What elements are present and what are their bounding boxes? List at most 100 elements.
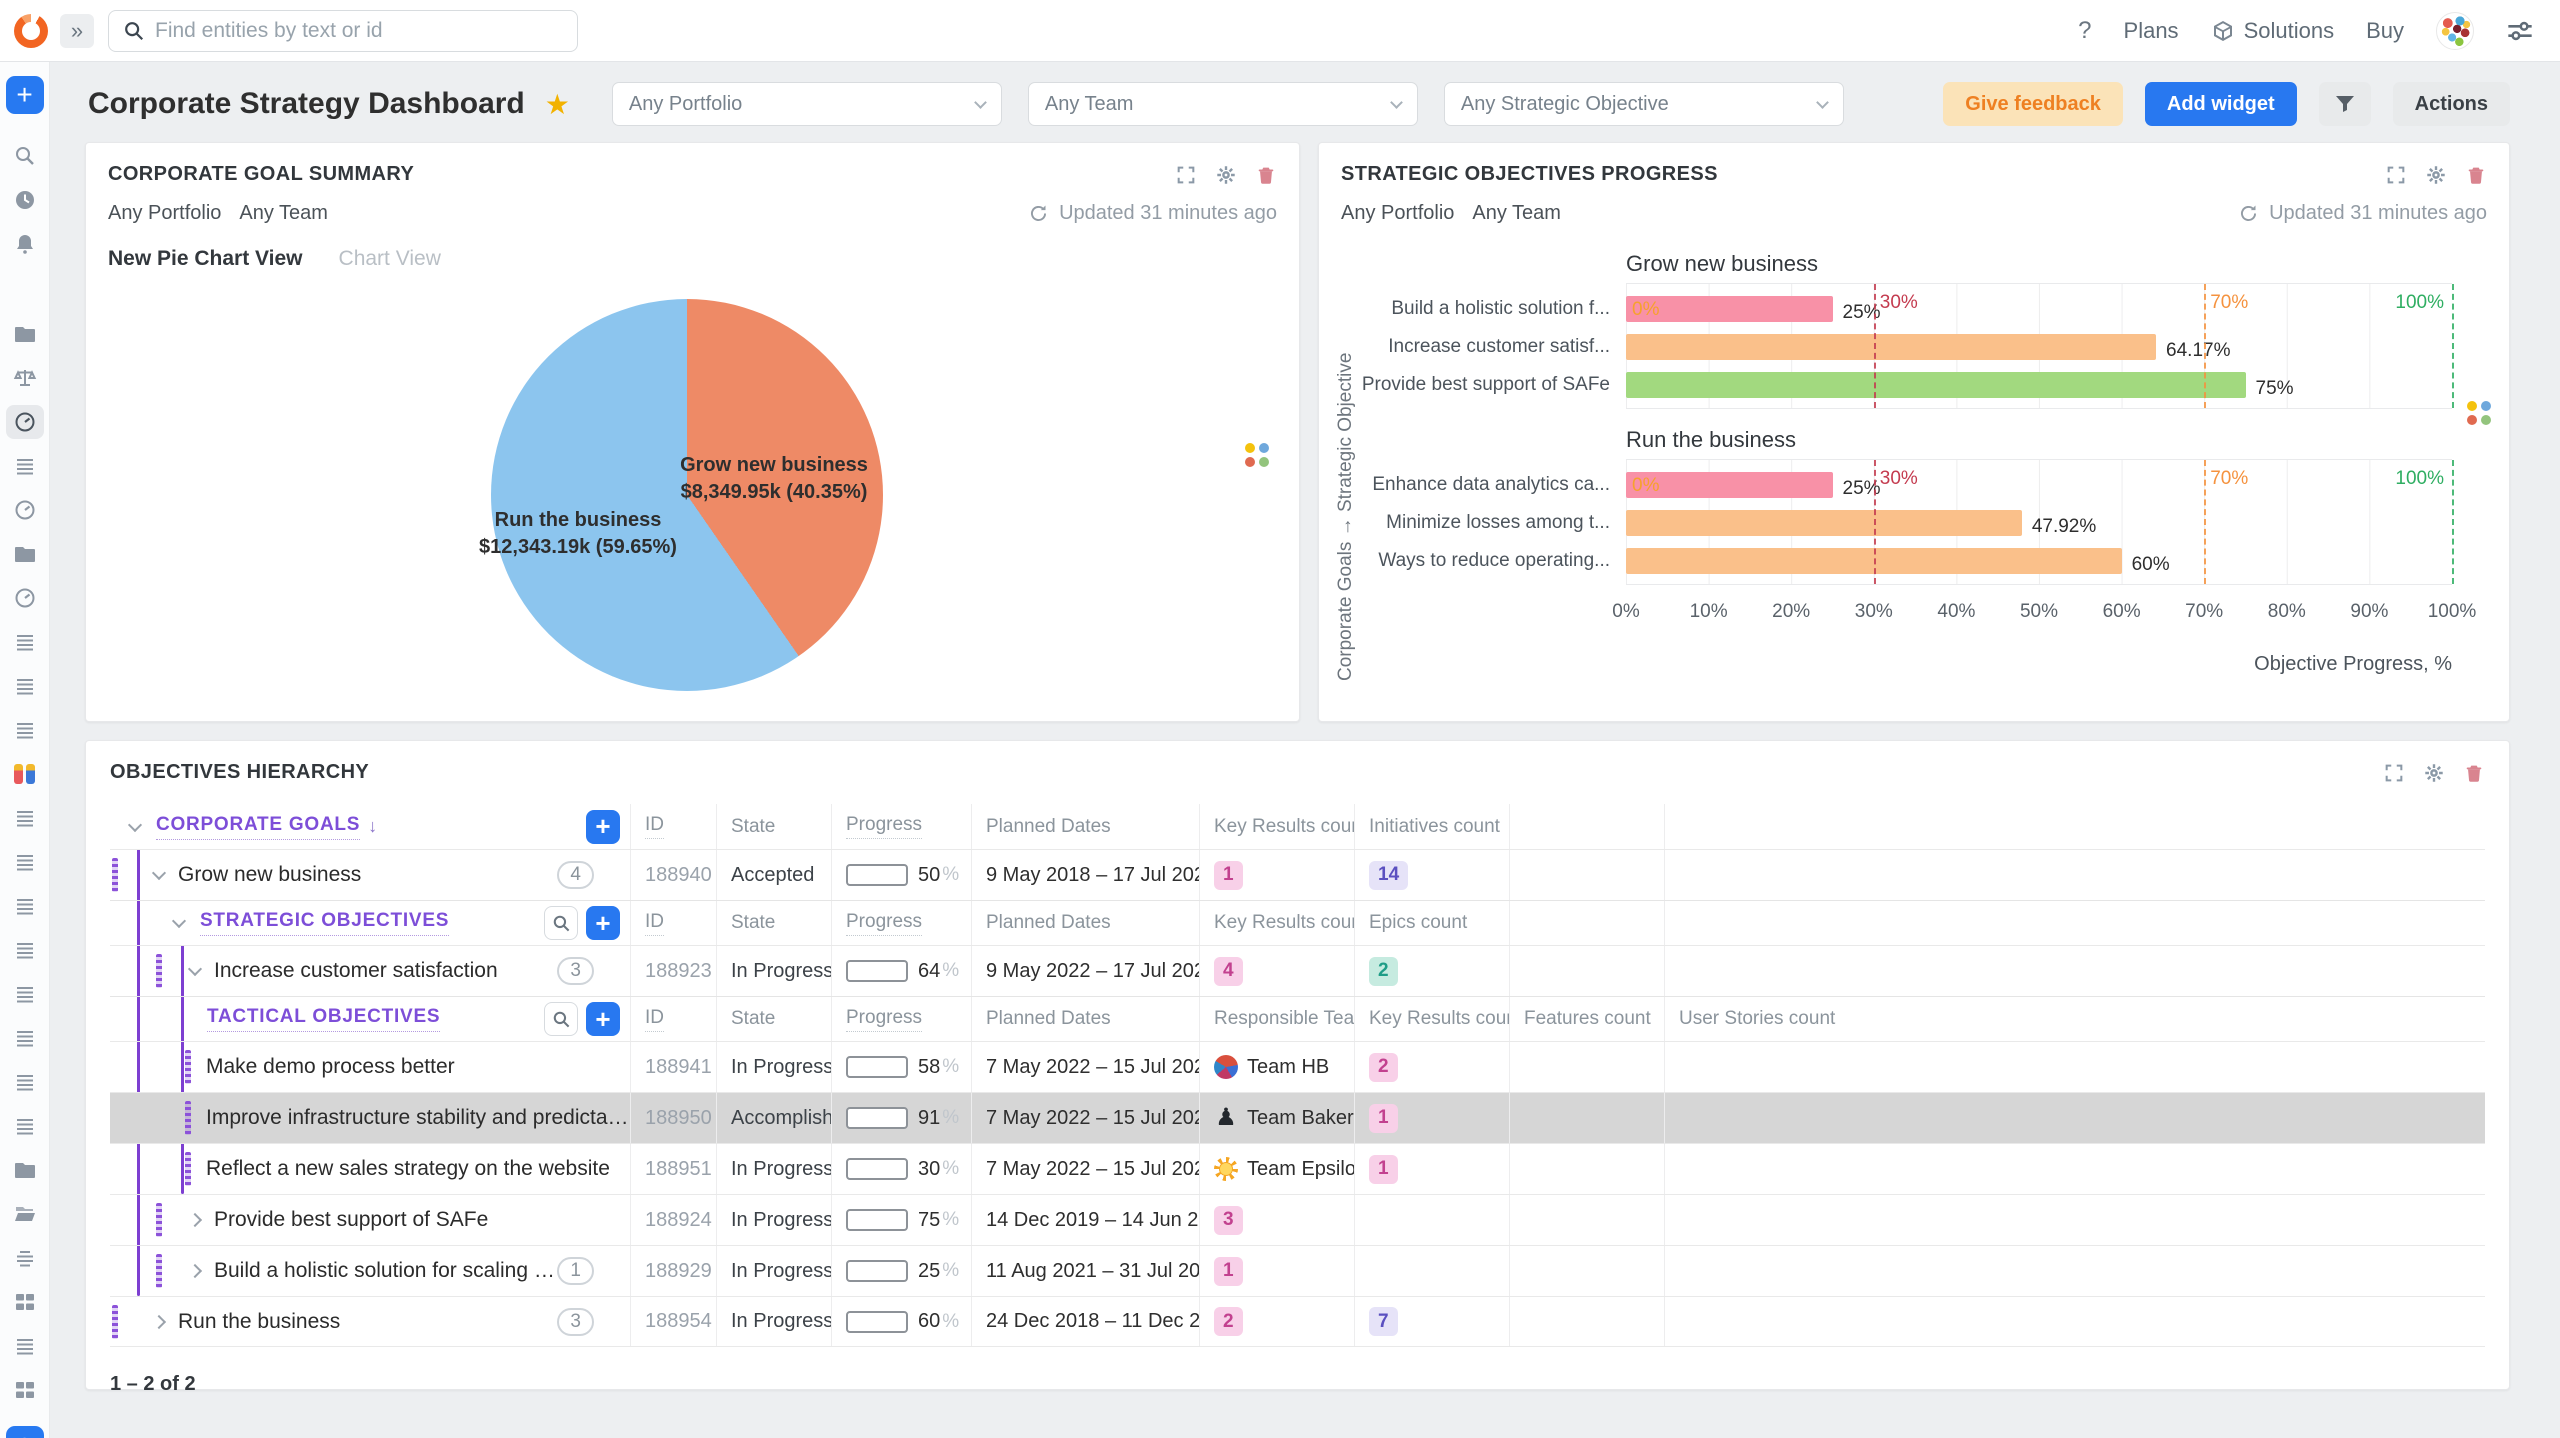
sidebar-item-list-icon[interactable] [6,1329,44,1363]
col-key-results-count[interactable]: Key Results count [1199,804,1354,849]
nav-plans[interactable]: Plans [2124,18,2179,44]
team-name[interactable]: Team Epsilon [1247,1158,1354,1181]
sidebar-collapse-button[interactable]: » [60,14,94,48]
drag-handle[interactable] [112,1305,118,1339]
actions-button[interactable]: Actions [2393,82,2510,126]
sidebar-item-list-icon[interactable] [6,977,44,1011]
row-name[interactable]: Run the business [178,1310,340,1334]
row-state[interactable]: Accomplished [716,1093,831,1143]
sidebar-item-scales-icon[interactable] [6,361,44,395]
col-progress[interactable]: Progress [846,911,922,936]
tab-chart-view[interactable]: Chart View [339,247,441,271]
app-logo-icon[interactable] [14,14,48,48]
row-name[interactable]: Build a holistic solution for scaling ag… [214,1259,557,1283]
bar[interactable] [1626,510,2022,536]
team-filter-select[interactable]: Any Team [1028,82,1418,126]
team-name[interactable]: Team HB [1247,1056,1329,1079]
settings-sliders-icon[interactable] [2506,17,2534,45]
sidebar-item-notes-icon[interactable] [6,1241,44,1275]
sidebar-item-people-icon[interactable] [6,757,44,791]
sidebar-item-folder-icon[interactable] [6,1153,44,1187]
table-row-increase-customer-satisfaction[interactable]: Increase customer satisfaction 3 188923 … [110,945,2485,996]
col-initiatives-count[interactable]: Initiatives count [1354,804,1509,849]
table-row-run-the-business[interactable]: Run the business 3 188954 In Progress 60… [110,1296,2485,1347]
chevron-right-icon[interactable] [152,1314,166,1328]
sidebar-item-clock-icon[interactable] [6,183,44,217]
col-features-count[interactable]: Features count [1509,997,1664,1041]
gear-icon[interactable] [1215,164,1237,186]
chevron-down-icon[interactable] [128,817,142,831]
table-row-make-demo-process-better[interactable]: Make demo process better 188941 In Progr… [110,1041,2485,1092]
row-state[interactable]: Accepted [716,850,831,900]
row-name[interactable]: Make demo process better [206,1055,455,1079]
drag-handle[interactable] [156,1254,162,1288]
trash-icon[interactable] [1255,164,1277,186]
sidebar-item-folder-open-icon[interactable] [6,1197,44,1231]
sidebar-item-gauge-icon[interactable] [6,581,44,615]
col-key-results-count[interactable]: Key Results count [1354,997,1509,1041]
help-button[interactable]: ? [2078,17,2091,45]
sidebar-item-folder-icon[interactable] [6,317,44,351]
gear-icon[interactable] [2423,762,2445,784]
series-colors-icon[interactable] [1245,443,1269,467]
bar[interactable] [1626,334,2156,360]
sidebar-item-list-icon[interactable] [6,1109,44,1143]
sidebar-item-gauge-icon[interactable] [6,405,44,439]
chevron-down-icon[interactable] [152,866,166,880]
table-row-improve-infrastructure-stability[interactable]: Improve infrastructure stability and pre… [110,1092,2485,1143]
col-planned-dates[interactable]: Planned Dates [971,901,1199,945]
col-state[interactable]: State [716,901,831,945]
favorite-star-icon[interactable]: ★ [545,88,570,121]
sidebar-item-list-icon[interactable] [6,713,44,747]
col-state[interactable]: State [716,997,831,1041]
nav-solutions[interactable]: Solutions [2211,18,2335,44]
strategic-objective-filter-select[interactable]: Any Strategic Objective [1444,82,1844,126]
row-state[interactable]: In Progress [716,1042,831,1092]
sidebar-item-bell-icon[interactable] [6,227,44,261]
team-name[interactable]: Team Baker [1247,1107,1354,1130]
table-row-reflect-new-sales-strategy[interactable]: Reflect a new sales strategy on the webs… [110,1143,2485,1194]
row-state[interactable]: In Progress [716,1144,831,1194]
sort-arrow-icon[interactable]: ↓ [368,816,377,837]
add-widget-button[interactable]: Add widget [2145,82,2297,126]
chevron-right-icon[interactable] [188,1213,202,1227]
table-row-build-holistic-solution[interactable]: Build a holistic solution for scaling ag… [110,1245,2485,1296]
portfolio-filter-select[interactable]: Any Portfolio [612,82,1002,126]
sidebar-item-list-icon[interactable] [6,669,44,703]
chevron-right-icon[interactable] [188,1264,202,1278]
col-id[interactable]: ID [645,814,664,839]
add-strategic-objective-button[interactable]: + [586,906,620,940]
level-label-tactical-objectives[interactable]: TACTICAL OBJECTIVES [207,1006,440,1032]
col-planned-dates[interactable]: Planned Dates [971,997,1199,1041]
nav-buy[interactable]: Buy [2366,18,2404,44]
give-feedback-button[interactable]: Give feedback [1943,82,2123,126]
sidebar-item-list-icon[interactable] [6,1065,44,1099]
col-id[interactable]: ID [645,911,664,936]
add-entity-button[interactable]: + [6,76,44,114]
global-search-input[interactable]: Find entities by text or id [108,10,578,52]
search-level-button[interactable] [544,906,578,940]
row-state[interactable]: In Progress [716,1297,831,1346]
col-progress[interactable]: Progress [846,814,922,839]
gear-icon[interactable] [2425,164,2447,186]
sidebar-item-list-icon[interactable] [6,889,44,923]
drag-handle[interactable] [156,954,162,988]
col-state[interactable]: State [716,804,831,849]
col-responsible-team[interactable]: Responsible Team [1199,997,1354,1041]
col-planned-dates[interactable]: Planned Dates [971,804,1199,849]
row-state[interactable]: In Progress [716,1195,831,1245]
tab-new-pie-chart-view[interactable]: New Pie Chart View [108,247,303,271]
col-progress[interactable]: Progress [846,1007,922,1032]
chevron-down-icon[interactable] [172,914,186,928]
level-label-strategic-objectives[interactable]: STRATEGIC OBJECTIVES [200,910,449,936]
refresh-icon[interactable] [1028,203,1049,224]
col-epics-count[interactable]: Epics count [1354,901,1509,945]
add-tactical-objective-button[interactable]: + [586,1002,620,1036]
sidebar-item-grid-icon[interactable] [6,1285,44,1319]
sidebar-item-folder-icon[interactable] [6,537,44,571]
row-name[interactable]: Grow new business [178,863,361,887]
table-row-grow-new-business[interactable]: Grow new business 4 188940 Accepted 50% … [110,849,2485,900]
sidebar-item-list-icon[interactable] [6,449,44,483]
trash-icon[interactable] [2463,762,2485,784]
sidebar-item-grid-icon[interactable] [6,1373,44,1407]
